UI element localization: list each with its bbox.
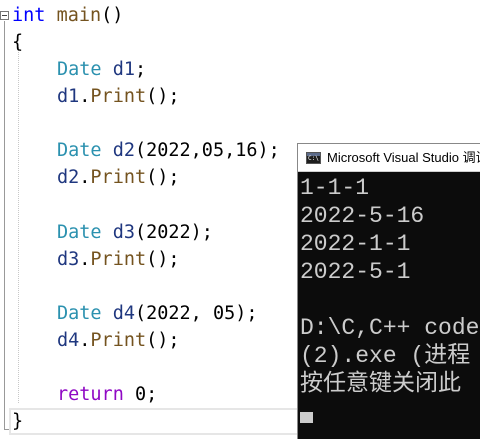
console-title-bar[interactable]: Microsoft Visual Studio 调试 [298, 144, 480, 172]
punctuation: (); [146, 249, 180, 270]
dot: . [79, 330, 91, 351]
punctuation: (); [146, 330, 180, 351]
variable-name: d1 [57, 86, 80, 107]
arguments: (2022, 05); [134, 303, 258, 324]
code-line-4[interactable]: d1.Print(); [57, 84, 180, 110]
variable-name: d1 [112, 59, 135, 80]
variable-name: d3 [57, 249, 80, 270]
code-line-1[interactable]: int main() [12, 3, 123, 29]
dot: . [79, 167, 91, 188]
console-app-icon [306, 152, 321, 164]
fold-region-line [4, 21, 5, 430]
function-name: Print [90, 86, 147, 107]
variable-name: d4 [57, 330, 80, 351]
output-line-path: D:\C,C++ code [300, 315, 480, 341]
code-line-12[interactable]: } [12, 409, 23, 435]
return-value: 0; [123, 384, 158, 405]
type-name: Date [57, 140, 102, 161]
function-name: Print [90, 249, 147, 270]
function-name: main [56, 5, 102, 26]
arguments: (2022,05,16); [134, 140, 280, 161]
variable-name: d3 [112, 222, 135, 243]
keyword: int [12, 5, 46, 26]
code-line-7[interactable]: Date d3(2022); [57, 220, 213, 246]
output-line-4: 2022-5-1 [300, 259, 411, 285]
code-line-10[interactable]: d4.Print(); [57, 328, 180, 354]
code-line-11[interactable]: return 0; [57, 382, 157, 408]
punctuation: ; [134, 59, 147, 80]
punctuation: (); [146, 86, 180, 107]
output-line-3: 2022-1-1 [300, 231, 411, 257]
arguments: (2022); [134, 222, 213, 243]
console-output[interactable]: 1-1-1 2022-5-16 2022-1-1 2022-5-1 D:\C,C… [298, 172, 480, 439]
type-name: Date [57, 59, 102, 80]
indent-guide [18, 47, 19, 403]
code-line-9[interactable]: Date d4(2022, 05); [57, 301, 258, 327]
output-line-exe: (2).exe (进程 [300, 343, 471, 369]
console-cursor [300, 412, 313, 423]
dot: . [79, 249, 91, 270]
variable-name: d4 [112, 303, 135, 324]
type-name: Date [57, 222, 102, 243]
variable-name: d2 [57, 167, 80, 188]
close-brace: } [12, 411, 24, 432]
debug-console-window[interactable]: Microsoft Visual Studio 调试 1-1-1 2022-5-… [297, 143, 480, 439]
dot: . [79, 86, 91, 107]
code-line-6[interactable]: d2.Print(); [57, 165, 180, 191]
open-brace: { [12, 32, 24, 53]
function-name: Print [90, 330, 147, 351]
output-line-1: 1-1-1 [300, 175, 370, 201]
punctuation: () [101, 5, 124, 26]
variable-name: d2 [112, 140, 135, 161]
console-title: Microsoft Visual Studio 调试 [327, 150, 480, 165]
punctuation: (); [146, 167, 180, 188]
return-keyword: return [57, 384, 124, 405]
output-line-press-key: 按任意键关闭此 [300, 371, 461, 397]
function-name: Print [90, 167, 147, 188]
code-line-5[interactable]: Date d2(2022,05,16); [57, 138, 280, 164]
type-name: Date [57, 303, 102, 324]
output-line-2: 2022-5-16 [300, 203, 425, 229]
code-line-3[interactable]: Date d1; [57, 57, 146, 83]
code-line-8[interactable]: d3.Print(); [57, 247, 180, 273]
code-line-2[interactable]: { [12, 30, 23, 56]
collapse-icon[interactable] [0, 11, 9, 20]
